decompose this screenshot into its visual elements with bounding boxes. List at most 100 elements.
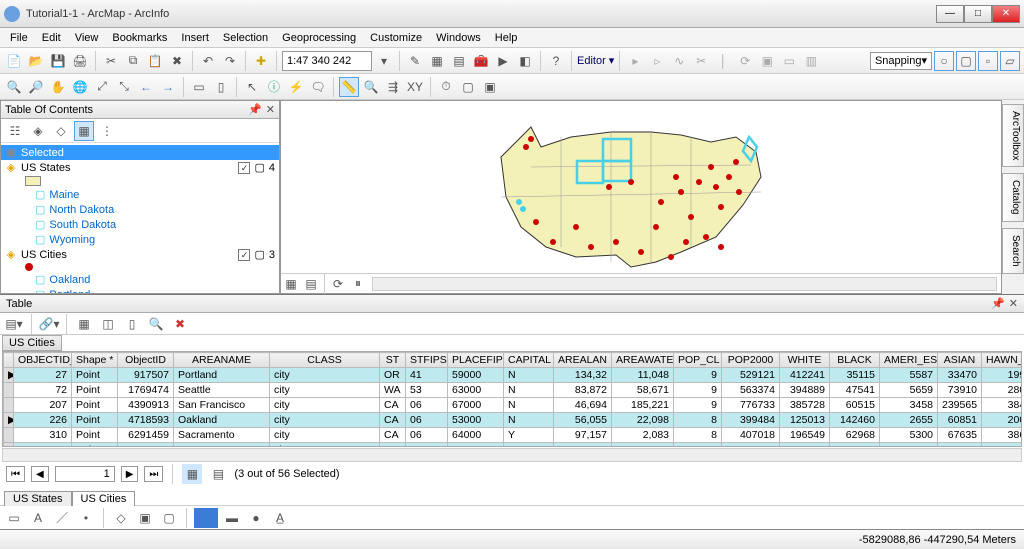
table-close-icon[interactable]: ✕ — [1009, 297, 1018, 310]
table-row[interactable]: 207Point4390913San FranciscocityCA066700… — [4, 398, 1023, 413]
menu-view[interactable]: View — [69, 31, 105, 45]
table-icon[interactable]: ▤ — [449, 51, 469, 71]
ungroup-icon[interactable]: ▢ — [159, 508, 179, 528]
table-subtab[interactable]: US Cities — [2, 335, 62, 351]
snap-edge-icon[interactable]: ▫ — [978, 51, 998, 71]
zoom-out-icon[interactable]: 🔎 — [26, 77, 46, 97]
column-header[interactable]: BLACK — [830, 353, 880, 368]
table-row[interactable]: 72Point1769474SeattlecityWA5363000N83,87… — [4, 383, 1023, 398]
nav-last-icon[interactable]: ⏭ — [144, 466, 163, 482]
edit-vertices-icon[interactable]: ▹ — [647, 51, 667, 71]
reshape-icon[interactable]: ∿ — [669, 51, 689, 71]
sketch-icon[interactable]: ▭ — [779, 51, 799, 71]
pause-draw-icon[interactable]: ⏸ — [348, 274, 368, 294]
record-pos-input[interactable] — [55, 466, 115, 482]
draw-marker-icon[interactable]: • — [76, 508, 96, 528]
table-row[interactable]: ▶27Point917507PortlandcityOR4159000N134,… — [4, 368, 1023, 383]
cut-poly-icon[interactable]: ✂ — [691, 51, 711, 71]
menu-file[interactable]: File — [4, 31, 34, 45]
line-color-icon[interactable]: ▬ — [222, 508, 242, 528]
viewer-window-icon[interactable]: ▣ — [480, 77, 500, 97]
create-viewer-icon[interactable]: ▢ — [458, 77, 478, 97]
column-header[interactable]: AREANAME — [174, 353, 270, 368]
clear-sel-layer1-icon[interactable]: ▢ — [254, 248, 264, 261]
toc-list-visibility-icon[interactable]: ◇ — [51, 121, 71, 141]
table-row[interactable]: 310Point6291459SacramentocityCA0664000Y9… — [4, 428, 1023, 443]
column-header[interactable]: Shape * — [72, 353, 118, 368]
draw-text-icon[interactable]: A — [28, 508, 48, 528]
toc-list-drawing-icon[interactable]: ☷ — [5, 121, 25, 141]
menu-windows[interactable]: Windows — [430, 31, 487, 45]
column-header[interactable]: HAWN_PI — [982, 353, 1023, 368]
table-row[interactable]: ▶226Point4718593OaklandcityCA0653000N56,… — [4, 413, 1023, 428]
refresh-icon[interactable]: ⟳ — [328, 274, 348, 294]
table-tab-us-cities[interactable]: US Cities — [72, 491, 136, 506]
model-icon[interactable]: ◧ — [515, 51, 535, 71]
toc-layer0-chk[interactable]: ✓ — [238, 162, 250, 174]
nav-prev-icon[interactable]: ◀ — [31, 466, 49, 482]
identify-icon[interactable]: ⓘ — [264, 77, 284, 97]
menu-insert[interactable]: Insert — [175, 31, 215, 45]
column-header[interactable]: ASIAN — [938, 353, 982, 368]
toc-close-icon[interactable]: ✕ — [266, 103, 275, 116]
undo-icon[interactable]: ↶ — [198, 51, 218, 71]
menu-selection[interactable]: Selection — [217, 31, 274, 45]
menu-bookmarks[interactable]: Bookmarks — [106, 31, 173, 45]
save-icon[interactable]: 💾 — [48, 51, 68, 71]
zoom-sel-icon[interactable]: 🔍 — [146, 314, 166, 334]
column-header[interactable]: POP_CL — [674, 353, 722, 368]
cut-icon[interactable]: ✂ — [101, 51, 121, 71]
minimize-button[interactable]: — — [936, 5, 964, 23]
column-header[interactable]: CLASS — [270, 353, 380, 368]
clear-sel-table-icon[interactable]: ▯ — [122, 314, 142, 334]
menu-edit[interactable]: Edit — [36, 31, 67, 45]
zoom-in-icon[interactable]: 🔍 — [4, 77, 24, 97]
fixed-zoom-in-icon[interactable]: ⤢ — [92, 77, 112, 97]
column-header[interactable]: AREALAN — [554, 353, 612, 368]
find-route-icon[interactable]: ⇶ — [383, 77, 403, 97]
maximize-button[interactable]: □ — [964, 5, 992, 23]
open-icon[interactable]: 📂 — [26, 51, 46, 71]
column-header[interactable]: CAPITAL — [504, 353, 554, 368]
select-features-icon[interactable]: ▭ — [189, 77, 209, 97]
toolbox-icon[interactable]: 🧰 — [471, 51, 491, 71]
snap-vertex-icon[interactable]: ▱ — [1000, 51, 1020, 71]
html-popup-icon[interactable]: 🗨 — [308, 77, 328, 97]
attribute-table[interactable]: OBJECTID_1 *Shape *ObjectIDAREANAMECLASS… — [3, 352, 1022, 447]
fixed-zoom-out-icon[interactable]: ⤡ — [114, 77, 134, 97]
pan-icon[interactable]: ✋ — [48, 77, 68, 97]
toc-list-source-icon[interactable]: ◈ — [28, 121, 48, 141]
full-extent-icon[interactable]: 🌐 — [70, 77, 90, 97]
toc-layer-us-cities[interactable]: ◈ US Cities ✓▢3 — [1, 247, 279, 262]
column-header[interactable]: OBJECTID_1 * — [14, 353, 72, 368]
snap-square-icon[interactable]: ▢ — [956, 51, 976, 71]
snap-circle-icon[interactable]: ○ — [934, 51, 954, 71]
attributes-icon[interactable]: ▣ — [757, 51, 777, 71]
column-header[interactable]: AREAWATE — [612, 353, 674, 368]
scale-input[interactable] — [282, 51, 372, 71]
snapping-menu[interactable]: Snapping ▾ — [870, 52, 932, 70]
select-elements-icon[interactable]: ↖ — [242, 77, 262, 97]
switch-sel-icon[interactable]: ◫ — [98, 314, 118, 334]
delete-sel-icon[interactable]: ✖ — [170, 314, 190, 334]
zoom-data-icon[interactable]: ▦ — [427, 51, 447, 71]
clear-sel-icon[interactable]: ▯ — [211, 77, 231, 97]
show-all-icon[interactable]: ▦ — [182, 464, 202, 484]
measure-icon[interactable]: 📏 — [339, 77, 359, 97]
related-tables-icon[interactable]: 🔗▾ — [39, 314, 59, 334]
select-by-attr-icon[interactable]: ▦ — [74, 314, 94, 334]
table-options-icon[interactable]: ▤▾ — [4, 314, 24, 334]
menu-help[interactable]: Help — [489, 31, 524, 45]
show-selected-icon[interactable]: ▤ — [208, 464, 228, 484]
delete-icon[interactable]: ✖ — [167, 51, 187, 71]
map-view[interactable]: ▦ ▤ ⟳ ⏸ — [280, 100, 1002, 294]
side-tab-search[interactable]: Search — [1002, 228, 1024, 274]
nav-first-icon[interactable]: ⏮ — [6, 466, 25, 482]
column-header[interactable]: STFIPS — [406, 353, 448, 368]
add-data-icon[interactable]: ✚ — [251, 51, 271, 71]
column-header[interactable]: ST — [380, 353, 406, 368]
close-button[interactable]: ✕ — [992, 5, 1020, 23]
go-xy-icon[interactable]: XY — [405, 77, 425, 97]
draw-line-icon[interactable]: ／ — [52, 508, 72, 528]
column-header[interactable]: ObjectID — [118, 353, 174, 368]
